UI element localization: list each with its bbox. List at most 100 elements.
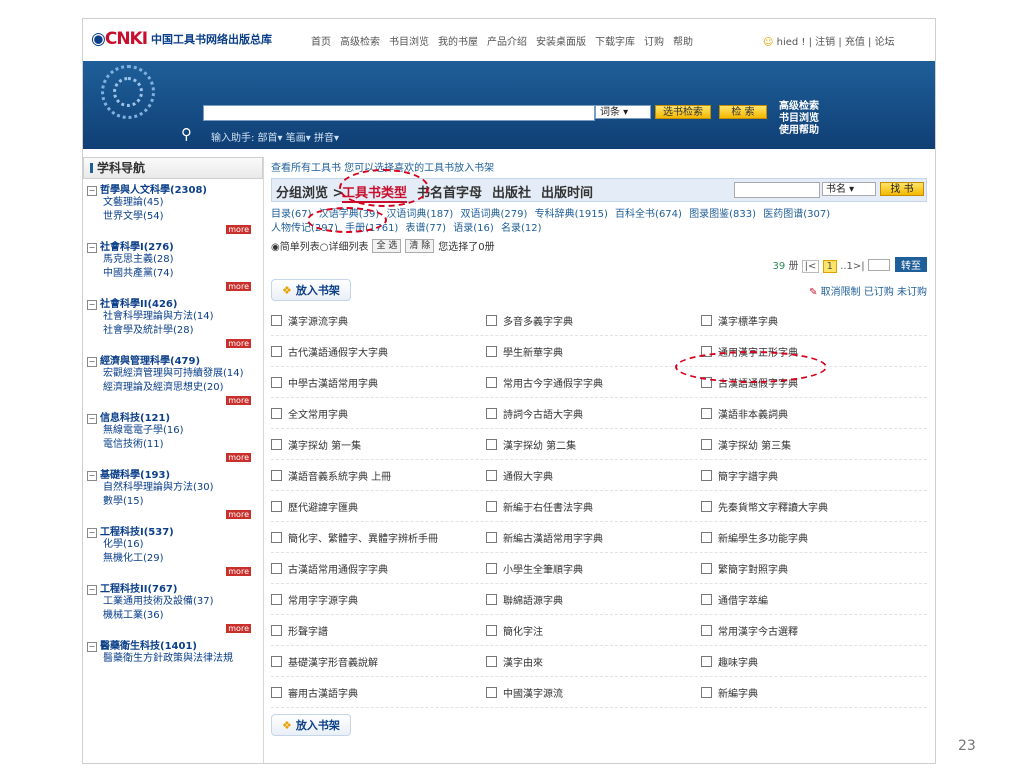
book-checkbox[interactable] <box>701 686 712 698</box>
book-checkbox[interactable] <box>486 500 497 512</box>
book-title[interactable]: 漢字由來 <box>503 654 543 669</box>
more-button[interactable]: more <box>226 567 251 576</box>
filter-item[interactable]: 汉语词典(187) <box>386 209 453 220</box>
book-title[interactable]: 通假大字典 <box>503 468 553 483</box>
filter-item[interactable]: 目录(67) <box>271 209 312 220</box>
book-title[interactable]: 新編古漢語常用字字典 <box>503 530 603 545</box>
category-title[interactable]: 工程科技II(767) <box>100 584 177 595</box>
filter-item[interactable]: 手册(1761) <box>345 223 398 234</box>
filter-item[interactable]: 双语词典(279) <box>461 209 528 220</box>
book-title[interactable]: 簡字字譜字典 <box>718 468 778 483</box>
book-title[interactable]: 古漢語通假字字典 <box>718 375 798 390</box>
filter-item[interactable]: 图录图鉴(833) <box>689 209 756 220</box>
book-title[interactable]: 漢字探幼 第二集 <box>503 437 576 452</box>
book-title[interactable]: 通借字萃編 <box>718 592 768 607</box>
filter-item[interactable]: 语录(16) <box>453 223 494 234</box>
collapse-icon[interactable]: − <box>87 300 97 310</box>
more-button[interactable]: more <box>226 510 251 519</box>
filter-item[interactable]: 表谱(77) <box>406 223 447 234</box>
book-title[interactable]: 詩詞今古語大字典 <box>503 406 583 421</box>
shelf-hint[interactable]: 查看所有工具书 您可以选择喜欢的工具书放入书架 <box>271 159 927 174</box>
book-checkbox[interactable] <box>701 376 712 388</box>
subcategory[interactable]: 自然科學理論與方法(30) <box>87 481 259 495</box>
input-helper[interactable]: 输入助手: 部首▾ 笔画▾ 拼音▾ <box>211 129 339 144</box>
book-item[interactable]: 詩詞今古語大字典 <box>486 406 701 421</box>
book-title[interactable]: 常用古今字通假字字典 <box>503 375 603 390</box>
category-title[interactable]: 社會科學I(276) <box>100 242 174 253</box>
book-title[interactable]: 漢字源流字典 <box>288 313 348 328</box>
book-checkbox[interactable] <box>271 655 282 667</box>
more-button[interactable]: more <box>226 339 251 348</box>
page-range[interactable]: ..1>| <box>840 261 864 272</box>
select-book-search-button[interactable]: 选书检索 <box>655 105 711 119</box>
tab-book-type[interactable]: 工具书类型 <box>342 182 408 203</box>
add-to-shelf-button[interactable]: ❖ 放入书架 <box>271 714 351 736</box>
book-checkbox[interactable] <box>486 314 497 326</box>
user-links[interactable]: hied ! | 注销 | 充值 | 论坛 <box>777 37 895 48</box>
logo[interactable]: ◉CNKI 中国工具书网络出版总库 <box>91 29 272 49</box>
subcategory[interactable]: 中國共產黨(74) <box>87 267 259 281</box>
book-checkbox[interactable] <box>271 593 282 605</box>
book-item[interactable]: 中學古漢語常用字典 <box>271 375 486 390</box>
book-checkbox[interactable] <box>701 469 712 481</box>
collapse-icon[interactable]: − <box>87 186 97 196</box>
book-checkbox[interactable] <box>271 531 282 543</box>
book-checkbox[interactable] <box>701 345 712 357</box>
book-checkbox[interactable] <box>271 314 282 326</box>
subcategory[interactable]: 宏觀經濟管理與可持續發展(14) <box>87 367 259 381</box>
collapse-icon[interactable]: − <box>87 585 97 595</box>
book-item[interactable]: 古代漢語通假字大字典 <box>271 344 486 359</box>
book-item[interactable]: 基礎漢字形音義說解 <box>271 654 486 669</box>
book-checkbox[interactable] <box>701 500 712 512</box>
category-title[interactable]: 基礎科學(193) <box>100 470 170 481</box>
filter-item[interactable]: 人物传记(297) <box>271 223 338 234</box>
subcategory[interactable]: 數學(15) <box>87 495 259 509</box>
collapse-icon[interactable]: − <box>87 243 97 253</box>
current-page[interactable]: 1 <box>822 260 837 273</box>
subcategory[interactable]: 馬克思主義(28) <box>87 253 259 267</box>
book-checkbox[interactable] <box>271 500 282 512</box>
more-button[interactable]: more <box>226 225 251 234</box>
book-title[interactable]: 常用字字源字典 <box>288 592 358 607</box>
tab-publisher[interactable]: 出版社 <box>492 182 531 203</box>
go-page-button[interactable]: 转至 <box>895 257 927 272</box>
book-checkbox[interactable] <box>486 593 497 605</box>
book-checkbox[interactable] <box>486 562 497 574</box>
book-item[interactable]: 漢字源流字典 <box>271 313 486 328</box>
book-item[interactable]: 簡化字、繁體字、異體字辨析手冊 <box>271 530 486 545</box>
scope-select[interactable]: 词条 ▾ <box>595 105 651 119</box>
category-title[interactable]: 哲學與人文科學(2308) <box>100 185 207 196</box>
book-checkbox[interactable] <box>271 345 282 357</box>
book-title[interactable]: 漢語音義系統字典 上冊 <box>288 468 391 483</box>
more-button[interactable]: more <box>226 396 251 405</box>
book-item[interactable]: 漢字由來 <box>486 654 701 669</box>
collapse-icon[interactable]: − <box>87 528 97 538</box>
book-item[interactable]: 形聲字譜 <box>271 623 486 638</box>
book-item[interactable]: 通假大字典 <box>486 468 701 483</box>
book-checkbox[interactable] <box>486 686 497 698</box>
book-item[interactable]: 古漢語常用通假字字典 <box>271 561 486 576</box>
book-checkbox[interactable] <box>271 376 282 388</box>
book-title[interactable]: 古代漢語通假字大字典 <box>288 344 388 359</box>
book-item[interactable]: 中國漢字源流 <box>486 685 701 700</box>
book-item[interactable]: 通借字萃編 <box>701 592 916 607</box>
book-title[interactable]: 審用古漢語字典 <box>288 685 358 700</box>
book-search-input[interactable] <box>734 182 820 198</box>
subcategory[interactable]: 社會科學理論與方法(14) <box>87 310 259 324</box>
subcategory[interactable]: 電信技術(11) <box>87 438 259 452</box>
book-title[interactable]: 漢字標準字典 <box>718 313 778 328</box>
clear-button[interactable]: 清 除 <box>405 238 435 253</box>
book-checkbox[interactable] <box>486 655 497 667</box>
more-button[interactable]: more <box>226 282 251 291</box>
book-item[interactable]: 聯綿語源字典 <box>486 592 701 607</box>
book-item[interactable]: 新編學生多功能字典 <box>701 530 916 545</box>
tab-publish-date[interactable]: 出版时间 <box>541 182 593 203</box>
collapse-icon[interactable]: − <box>87 357 97 367</box>
filter-item[interactable]: 百科全书(674) <box>615 209 682 220</box>
book-title[interactable]: 簡化字注 <box>503 623 543 638</box>
subcategory[interactable]: 社會學及統計學(28) <box>87 324 259 338</box>
page-input[interactable] <box>867 259 890 271</box>
book-checkbox[interactable] <box>486 469 497 481</box>
book-checkbox[interactable] <box>271 469 282 481</box>
book-checkbox[interactable] <box>701 314 712 326</box>
